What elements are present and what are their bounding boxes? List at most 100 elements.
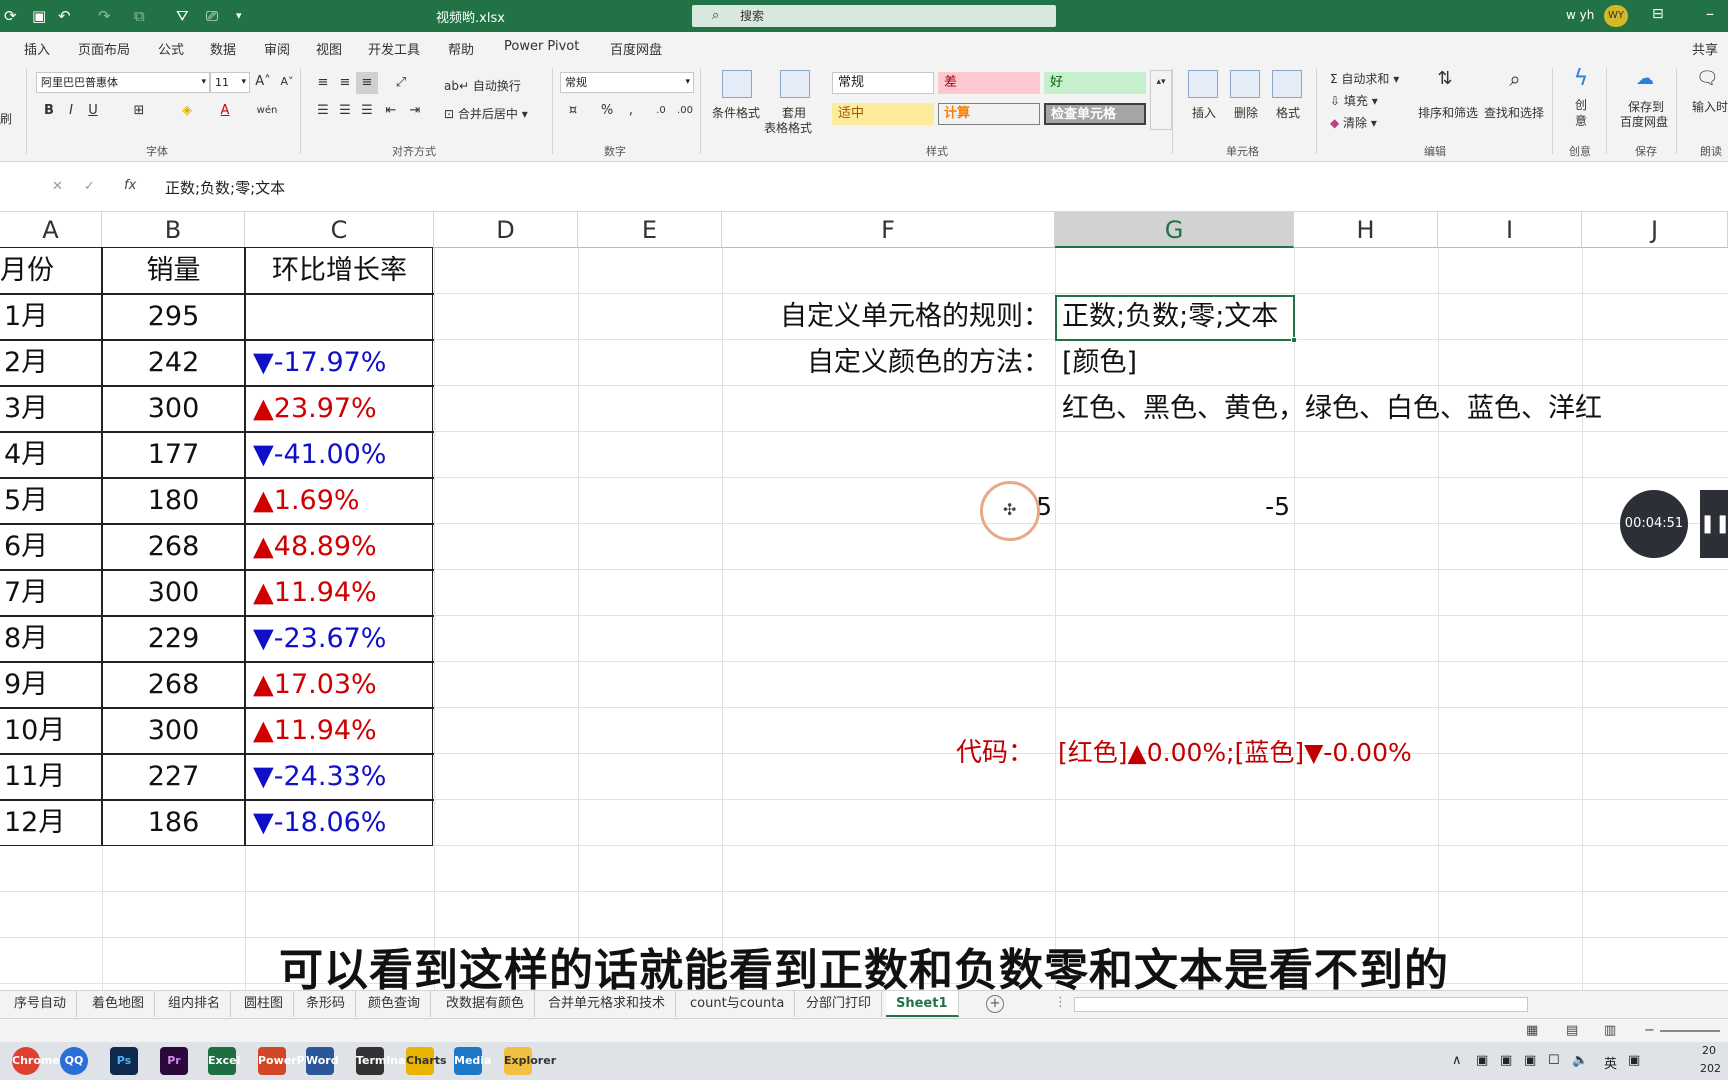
sales-cell[interactable]: 295 [102,294,245,340]
conditional-format-icon[interactable] [722,70,752,98]
month-cell[interactable]: 5月 [4,478,48,524]
sales-cell[interactable]: 268 [102,662,245,708]
column-header-e[interactable]: E [578,212,722,248]
ime-indicator[interactable]: 英 [1604,1053,1617,1072]
align-top-icon[interactable]: ≡ [312,72,334,94]
growth-rate-cell[interactable]: ▲23.97% [253,386,377,432]
chart-app-icon[interactable]: Charts [406,1047,447,1075]
fill-button[interactable]: ⇩ 填充 ▾ [1330,92,1378,109]
number-format-select[interactable]: 常规 ▾ [560,72,694,93]
pause-icon[interactable]: ❚❚ [1700,490,1728,558]
lightning-icon[interactable]: ϟ [1570,68,1592,90]
sales-cell[interactable]: 300 [102,386,245,432]
month-cell[interactable]: 10月 [4,708,65,754]
save-icon[interactable]: ▣ [32,6,46,26]
selected-cell-g2[interactable] [1055,295,1297,343]
save-baidu-label-2[interactable]: 百度网盘 [1620,113,1668,130]
user-name[interactable]: w yh [1566,8,1594,22]
worksheet-grid[interactable]: A B C D E F G H I J 月份 销量 环比增长率 1月 295 2… [0,212,1728,990]
tab-developer[interactable]: 开发工具 [368,39,420,58]
network-icon[interactable]: ☐ [1548,1053,1560,1068]
tray-app-icon[interactable]: ▣ [1500,1053,1512,1068]
sort-filter-icon[interactable]: ⇅ [1434,68,1456,90]
sales-cell[interactable]: 300 [102,570,245,616]
format-cells-label[interactable]: 格式 [1276,104,1300,121]
sheet-tab-active[interactable]: Sheet1 [886,991,959,1017]
code-value[interactable]: [红色]▲0.00%;[蓝色]▼-0.00% [1058,730,1412,776]
rule-label[interactable]: 自定义单元格的规则： [760,294,1050,340]
growth-rate-cell[interactable]: ▼-24.33% [253,754,386,800]
color-list[interactable]: 红色、黑色、黄色，绿色、白色、蓝色、洋红 [1062,386,1602,432]
insert-cells-icon[interactable] [1188,70,1218,98]
tab-review[interactable]: 审阅 [264,39,290,58]
table-header-sales[interactable]: 销量 [102,248,245,294]
column-header-d[interactable]: D [434,212,578,248]
autosum-button[interactable]: Σ 自动求和 ▾ [1330,70,1399,87]
column-header-c[interactable]: C [245,212,434,248]
clock-date[interactable]: 202 [1700,1062,1721,1075]
tab-help[interactable]: 帮助 [448,39,474,58]
month-cell[interactable]: 7月 [4,570,48,616]
sales-cell[interactable]: 177 [102,432,245,478]
format-painter-icon[interactable]: ⧉ [134,6,145,26]
tab-data[interactable]: 数据 [210,39,236,58]
zoom-out-icon[interactable]: − [1644,1023,1655,1038]
sheet-tab[interactable]: 改数据有颜色 [436,991,536,1017]
fill-handle[interactable] [1291,337,1297,343]
avatar[interactable]: WY [1604,5,1628,27]
growth-rate-cell[interactable]: ▼-41.00% [253,432,386,478]
add-sheet-icon[interactable]: + [986,995,1004,1013]
align-bottom-icon[interactable]: ≡ [356,72,378,94]
style-neutral[interactable]: 适中 [832,103,934,125]
font-color-icon[interactable]: A [214,100,236,122]
currency-icon[interactable]: ¤ [562,100,584,122]
fill-color-icon[interactable]: ◈ [176,100,198,122]
sales-cell[interactable]: 242 [102,340,245,386]
file-explorer-icon[interactable]: Explorer [504,1047,556,1075]
month-cell[interactable]: 1月 [4,294,48,340]
sheet-tab[interactable]: 圆柱图 [234,991,295,1017]
tab-formulas[interactable]: 公式 [158,39,184,58]
customize-quick-access-icon[interactable]: ▾ [236,6,242,26]
insert-function-icon[interactable]: fx [124,178,136,193]
file-name[interactable]: 视频哟.xlsx [436,7,505,26]
style-check-cell[interactable]: 检查单元格 [1044,103,1146,125]
creative-label-1[interactable]: 创 [1575,96,1587,113]
tab-page-layout[interactable]: 页面布局 [78,39,130,58]
sheet-tab[interactable]: 合并单元格求和技术 [538,991,677,1017]
border-icon[interactable]: ⊞ [128,100,150,122]
decrease-indent-icon[interactable]: ⇤ [380,100,402,122]
cancel-icon[interactable]: ✕ [52,179,63,194]
tray-app-icon[interactable]: ▣ [1628,1053,1640,1068]
style-normal[interactable]: 常规 [832,72,934,94]
column-header-h[interactable]: H [1294,212,1438,248]
month-cell[interactable]: 8月 [4,616,48,662]
column-header-f[interactable]: F [722,212,1055,248]
sales-cell[interactable]: 180 [102,478,245,524]
column-header-i[interactable]: I [1438,212,1582,248]
column-header-j[interactable]: J [1582,212,1728,248]
premiere-icon[interactable]: Pr [160,1047,188,1075]
formula-input[interactable]: 正数;负数;零;文本 [165,177,285,198]
phonetic-icon[interactable]: wén [256,100,278,122]
month-cell[interactable]: 6月 [4,524,48,570]
month-cell[interactable]: 11月 [4,754,65,800]
find-select-icon[interactable]: ⌕ [1504,68,1526,90]
find-select-label[interactable]: 查找和选择 [1484,104,1544,121]
percent-icon[interactable]: % [596,100,618,122]
powerpoint-icon[interactable]: PowerPoint [258,1047,329,1075]
increase-decimal-icon[interactable]: .0 [650,100,672,122]
tray-expand-icon[interactable]: ∧ [1452,1053,1462,1068]
month-cell[interactable]: 3月 [4,386,48,432]
growth-rate-cell[interactable]: ▼-23.67% [253,616,386,662]
growth-rate-cell[interactable]: ▲1.69% [253,478,360,524]
align-middle-icon[interactable]: ≡ [334,72,356,94]
clock-time[interactable]: 20 [1702,1044,1716,1057]
minimize-icon[interactable]: – [1706,4,1714,23]
format-cells-icon[interactable] [1272,70,1302,98]
column-header-g[interactable]: G [1055,212,1294,248]
ribbon-display-options-icon[interactable]: ⊟ [1652,6,1664,22]
tab-baidu-pan[interactable]: 百度网盘 [610,39,662,58]
align-right-icon[interactable]: ☰ [356,100,378,122]
wrap-text-button[interactable]: ab↵ 自动换行 [444,77,521,94]
